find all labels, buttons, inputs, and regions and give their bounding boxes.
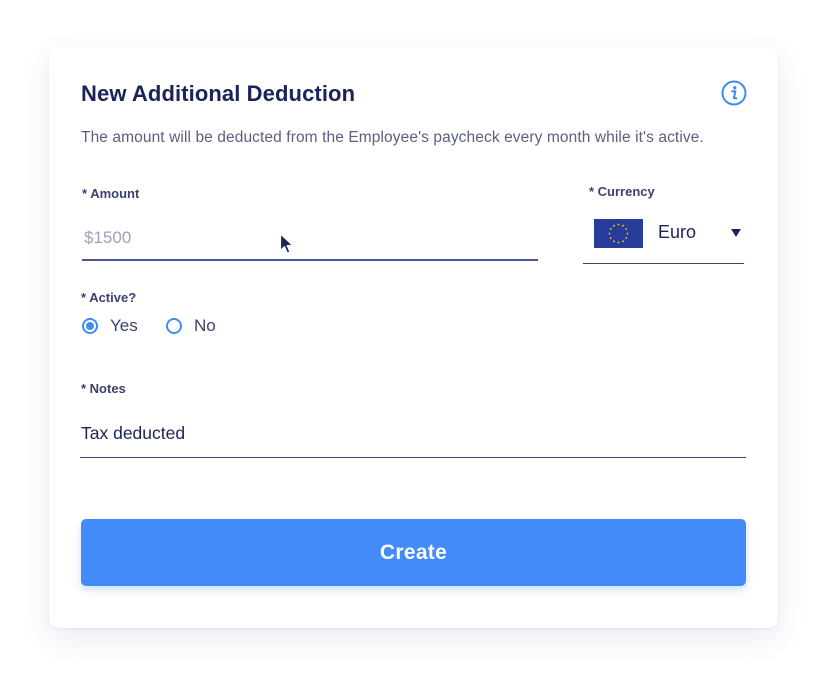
- flag-star: [625, 237, 628, 239]
- flag-star: [622, 240, 624, 243]
- radio-no-label: No: [194, 316, 216, 335]
- currency-label: * Currency: [589, 184, 655, 199]
- chevron-down-icon: [731, 229, 741, 237]
- flag-star: [617, 223, 620, 226]
- notes-label: * Notes: [81, 381, 126, 396]
- dialog-subtitle: The amount will be deducted from the Emp…: [81, 129, 704, 146]
- radio-no[interactable]: No: [166, 316, 216, 336]
- amount-input[interactable]: [82, 217, 538, 261]
- dialog-title: New Additional Deduction: [81, 81, 356, 106]
- currency-select[interactable]: Euro: [583, 213, 744, 264]
- radio-button-checked-icon[interactable]: [82, 318, 98, 334]
- deduction-dialog: New Additional Deduction The amount will…: [49, 47, 778, 628]
- radio-button-unchecked-icon[interactable]: [166, 318, 182, 334]
- mouse-pointer-icon: [279, 233, 294, 254]
- eu-flag-icon: [594, 219, 643, 248]
- flag-star: [613, 240, 615, 243]
- create-button[interactable]: Create: [81, 519, 746, 586]
- radio-yes[interactable]: Yes: [82, 316, 138, 336]
- info-icon[interactable]: [721, 80, 747, 106]
- flag-star: [626, 232, 629, 235]
- flag-star: [622, 224, 624, 227]
- flag-star: [609, 228, 612, 230]
- currency-value: Euro: [658, 222, 697, 242]
- flag-star: [613, 224, 615, 227]
- radio-yes-label: Yes: [110, 316, 138, 335]
- active-label: * Active?: [81, 290, 137, 305]
- notes-input[interactable]: [80, 410, 746, 458]
- flag-star: [625, 228, 628, 230]
- flag-star: [617, 241, 620, 244]
- flag-star: [609, 237, 612, 239]
- flag-star: [608, 232, 611, 235]
- amount-label: * Amount: [82, 186, 140, 201]
